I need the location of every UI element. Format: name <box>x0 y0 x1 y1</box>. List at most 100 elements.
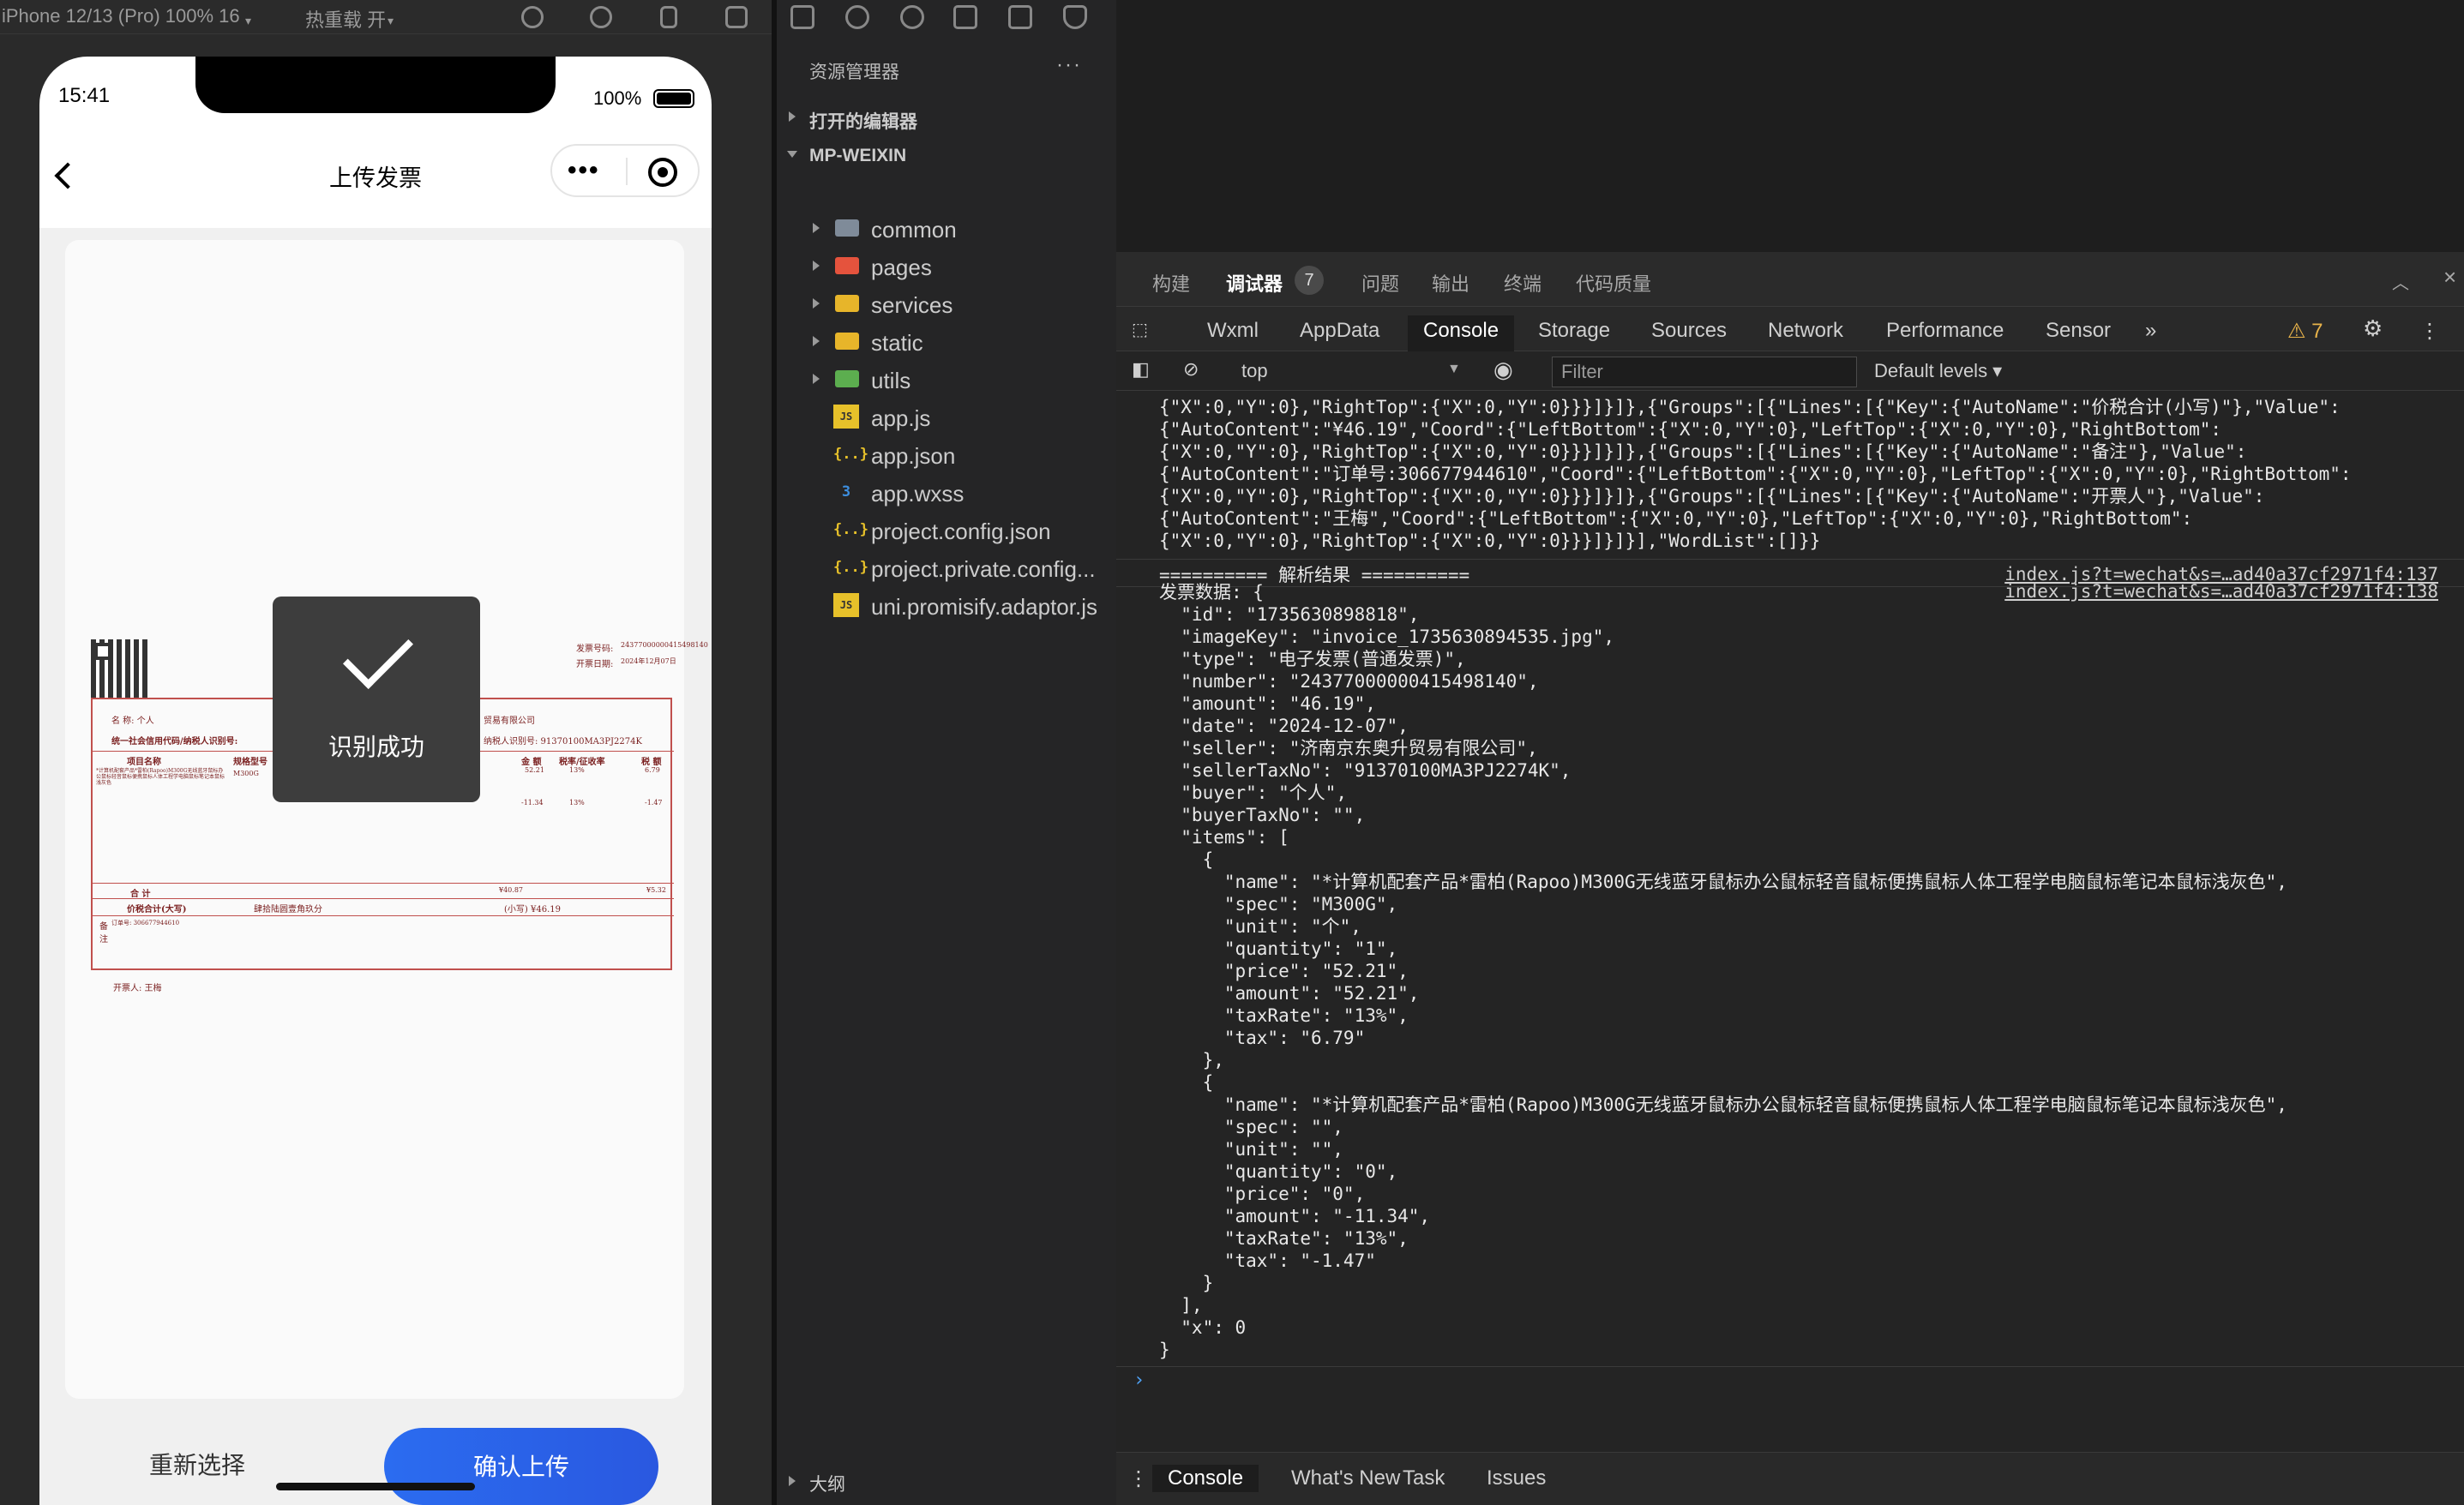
simulator-toolbar: iPhone 12/13 (Pro) 100% 16 ▾ 热重载 开 ▾ <box>0 0 772 34</box>
refresh-icon[interactable] <box>521 6 544 28</box>
tree-folder-utils[interactable]: utils <box>777 360 1116 398</box>
tree-item-label: app.js <box>871 405 931 431</box>
battery-icon <box>653 89 694 108</box>
chevron-up-icon[interactable]: ︿ <box>2392 269 2409 294</box>
home-indicator <box>276 1483 475 1490</box>
outline-section[interactable]: 大纲 <box>809 1471 845 1496</box>
tab-sources[interactable]: Sources <box>1651 315 1727 351</box>
tab-terminal[interactable]: 终端 <box>1504 269 1542 297</box>
tree-file[interactable]: {..} project.config.json <box>777 511 1116 549</box>
tab-problems[interactable]: 问题 <box>1361 269 1399 297</box>
settings-gear-icon[interactable]: ⚙ <box>2363 312 2383 348</box>
editor-area <box>1116 0 2464 252</box>
more-actions-icon[interactable]: ··· <box>1056 53 1082 77</box>
reselect-button[interactable]: 重新选择 <box>149 1447 245 1481</box>
tab-sensor[interactable]: Sensor <box>2046 315 2111 351</box>
tab-storage[interactable]: Storage <box>1538 315 1610 351</box>
project-section[interactable]: MP-WEIXIN <box>809 146 906 166</box>
phone-icon[interactable] <box>660 6 677 28</box>
col-item: 项目名称 <box>127 758 161 767</box>
row2-tax: -1.47 <box>645 799 663 806</box>
total-label: 合 计 <box>130 890 151 899</box>
warnings-counter[interactable]: ⚠ 7 <box>2287 315 2323 351</box>
console-output: {"X":0,"Y":0},"RightTop":{"X":0,"Y":0}}}… <box>1116 391 2464 1436</box>
tab-console[interactable]: Console <box>1408 315 1515 351</box>
console-line: "sellerTaxNo": "91370100MA3PJ2274K", <box>1159 760 1572 781</box>
kebab-menu-icon[interactable]: ⋮ <box>1128 1465 1149 1493</box>
search-icon[interactable] <box>845 5 869 29</box>
drawer-tab-task[interactable]: Task <box>1403 1465 1445 1492</box>
folder-icon <box>835 219 859 237</box>
tree-file[interactable]: {..} project.private.config... <box>777 549 1116 586</box>
close-target-icon[interactable] <box>648 158 677 187</box>
console-line: "name": "*计算机配套产品*雷柏(Rapoo)M300G无线蓝牙鼠标办公… <box>1159 1094 2287 1115</box>
more-tabs-icon[interactable]: » <box>2145 315 2156 351</box>
eye-icon[interactable]: ◉ <box>1493 353 1513 389</box>
stop-icon[interactable] <box>590 6 612 28</box>
source-control-icon[interactable] <box>900 5 924 29</box>
window-icon[interactable] <box>725 6 748 28</box>
tab-code-quality[interactable]: 代码质量 <box>1576 269 1651 297</box>
drawer-tab-console[interactable]: Console <box>1152 1465 1259 1492</box>
files-icon[interactable] <box>790 5 814 29</box>
kebab-menu-icon[interactable]: ⋮ <box>2419 315 2440 351</box>
chevron-right-icon <box>813 336 820 346</box>
grand-total-label: 价税合计(大写) <box>127 905 187 914</box>
tree-file[interactable]: JS app.js <box>777 398 1116 435</box>
console-toolbar: ◧ ⊘ top ▼ ◉ Filter Default levels ▾ <box>1116 351 2464 391</box>
simulator-panel: iPhone 12/13 (Pro) 100% 16 ▾ 热重载 开 ▾ 15:… <box>0 0 772 1505</box>
close-icon[interactable]: × <box>2443 264 2456 291</box>
console-line: "tax": "6.79" <box>1159 1028 1366 1048</box>
open-editors-section[interactable]: 打开的编辑器 <box>809 108 917 134</box>
file-type-icon: {..} <box>833 521 868 538</box>
console-line: "id": "1735630898818", <box>1159 604 1420 625</box>
console-line: "seller": "济南京东奥升贸易有限公司", <box>1159 738 1538 758</box>
tree-folder-services[interactable]: services <box>777 285 1116 322</box>
grand-total-upper: 肆拾陆圆壹角玖分 <box>254 905 322 914</box>
tree-folder-static[interactable]: static <box>777 322 1116 360</box>
clear-console-icon[interactable]: ⊘ <box>1183 355 1199 391</box>
tree-file[interactable]: {..} app.json <box>777 435 1116 473</box>
tab-output[interactable]: 输出 <box>1432 269 1469 297</box>
more-dots-icon[interactable]: ••• <box>568 156 600 185</box>
console-line: {"X":0,"Y":0},"RightTop":{"X":0,"Y":0}}}… <box>1159 486 2265 507</box>
inspect-element-icon[interactable]: ⬚ <box>1132 315 1148 351</box>
mini-program-capsule: ••• <box>550 144 700 197</box>
tree-file[interactable]: 3 app.wxss <box>777 473 1116 511</box>
drawer-tab-whats-new[interactable]: What's New <box>1291 1465 1400 1492</box>
console-line: "items": [ <box>1159 827 1289 848</box>
console-line: {"AutoContent":"¥46.19","Coord":{"LeftBo… <box>1159 419 2222 440</box>
col-amount: 金 额 <box>521 758 542 767</box>
console-line: } <box>1159 1273 1214 1293</box>
log-levels-dropdown[interactable]: Default levels ▾ <box>1874 357 2002 393</box>
source-link-138[interactable]: index.js?t=wechat&s=…ad40a37cf2971f4:138 <box>2004 581 2438 602</box>
tree-folder-common[interactable]: common <box>777 209 1116 247</box>
invoice-no-label: 发票号码: <box>576 645 614 654</box>
tab-performance[interactable]: Performance <box>1886 315 2004 351</box>
layout-icon[interactable] <box>1008 5 1032 29</box>
chevron-down-icon: ▼ <box>1447 362 1461 376</box>
tree-folder-pages[interactable]: pages <box>777 247 1116 285</box>
tab-appdata[interactable]: AppData <box>1300 315 1379 351</box>
drawer: 开票人: 王梅 <box>113 984 162 993</box>
hot-reload-toggle[interactable]: 热重载 开 <box>305 5 386 33</box>
console-filter-input[interactable]: Filter <box>1552 357 1857 387</box>
drawer-tab-issues[interactable]: Issues <box>1487 1465 1546 1492</box>
confirm-upload-button[interactable]: 确认上传 <box>384 1428 658 1505</box>
context-selector[interactable]: top <box>1241 357 1268 393</box>
device-selector[interactable]: iPhone 12/13 (Pro) 100% 16 <box>2 5 240 27</box>
tab-build[interactable]: 构建 <box>1152 269 1190 297</box>
folder-icon <box>835 333 859 350</box>
tab-wxml[interactable]: Wxml <box>1207 315 1259 351</box>
row2-rate: 13% <box>569 799 585 806</box>
tab-debugger[interactable]: 调试器 <box>1226 269 1283 297</box>
sidebar-toggle-icon[interactable]: ◧ <box>1132 355 1150 391</box>
docker-icon[interactable] <box>1063 5 1087 29</box>
battery-level: 100% <box>593 87 642 109</box>
tree-item-label: uni.promisify.adaptor.js <box>871 594 1097 620</box>
console-prompt[interactable]: › <box>1133 1370 1145 1391</box>
tree-file[interactable]: JS uni.promisify.adaptor.js <box>777 586 1116 624</box>
extensions-icon[interactable] <box>953 5 977 29</box>
tab-network[interactable]: Network <box>1768 315 1843 351</box>
devtools-panel: 构建 调试器 7 问题 输出 终端 代码质量 ︿ × ⬚ Wxml AppDat… <box>1116 252 2464 1505</box>
